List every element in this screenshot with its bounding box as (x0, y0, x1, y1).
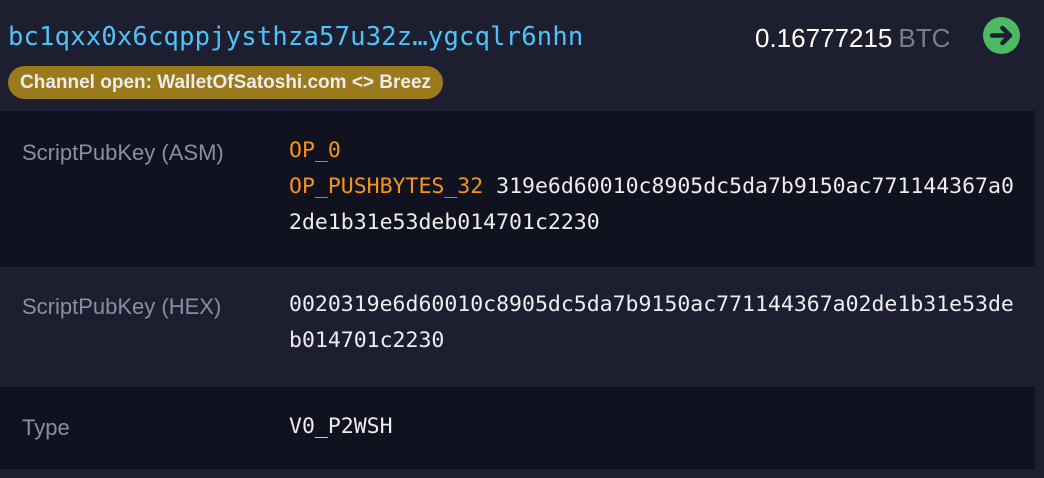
arrow-right-circle-icon[interactable] (983, 17, 1020, 54)
scriptpubkey-hex-label: ScriptPubKey (HEX) (22, 294, 222, 319)
asm-opcode-pushbytes: OP_PUSHBYTES_32 (289, 174, 484, 199)
amount-value: 0.16777215 (755, 23, 893, 53)
output-address-link[interactable]: bc1qxx0x6cqppjysthza57u32z…ygcqlr6nhn (8, 17, 583, 57)
output-header: bc1qxx0x6cqppjysthza57u32z…ygcqlr6nhn 0.… (0, 0, 1044, 111)
scriptpubkey-asm-label: ScriptPubKey (ASM) (22, 140, 224, 165)
output-amount: 0.16777215 BTC (755, 20, 950, 56)
type-row: Type V0_P2WSH (0, 387, 1035, 469)
asm-opcode-op0: OP_0 (289, 138, 341, 163)
scriptpubkey-hex-row: ScriptPubKey (HEX) 0020319e6d60010c8905d… (0, 267, 1044, 387)
scriptpubkey-asm-row: ScriptPubKey (ASM) OP_0 OP_PUSHBYTES_32 … (0, 111, 1035, 267)
scriptpubkey-hex-value: 0020319e6d60010c8905dc5da7b9150ac7711443… (289, 292, 1014, 353)
type-value: V0_P2WSH (289, 414, 393, 439)
channel-open-badge[interactable]: Channel open: WalletOfSatoshi.com <> Bre… (8, 66, 444, 99)
scriptpubkey-asm-value: OP_0 OP_PUSHBYTES_32 319e6d60010c8905dc5… (289, 133, 1024, 241)
type-label: Type (22, 415, 70, 440)
amount-unit: BTC (898, 23, 951, 53)
